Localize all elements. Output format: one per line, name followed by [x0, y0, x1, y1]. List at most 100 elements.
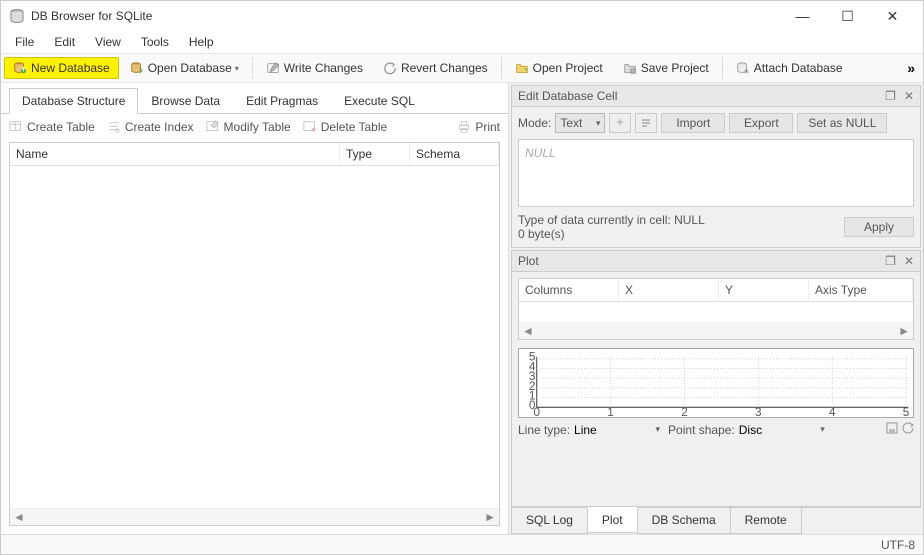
tab-execute-sql[interactable]: Execute SQL: [331, 88, 428, 114]
plot-columns-table: Columns X Y Axis Type ◄ ►: [518, 278, 914, 340]
open-database-label: Open Database: [148, 61, 232, 75]
revert-changes-icon: [383, 61, 397, 75]
col-name[interactable]: Name: [10, 143, 340, 165]
maximize-button[interactable]: ☐: [825, 2, 870, 30]
create-index-button[interactable]: Create Index: [107, 120, 194, 134]
sparkle-icon: [614, 117, 626, 129]
tab-plot[interactable]: Plot: [587, 507, 638, 533]
structure-table: Name Type Schema ◄ ►: [9, 142, 500, 526]
format-icon-button[interactable]: [609, 113, 631, 133]
bottom-dock-tabs: SQL Log Plot DB Schema Remote: [511, 507, 921, 534]
scroll-right-icon[interactable]: ►: [898, 324, 910, 338]
delete-table-label: Delete Table: [321, 120, 388, 134]
menubar: File Edit View Tools Help: [1, 31, 923, 53]
statusbar: UTF-8: [1, 534, 923, 554]
export-button[interactable]: Export: [729, 113, 793, 133]
modify-table-button[interactable]: Modify Table: [206, 120, 291, 134]
tab-remote[interactable]: Remote: [730, 508, 802, 534]
svg-text:5: 5: [903, 406, 910, 418]
save-project-icon: [623, 61, 637, 75]
col-schema[interactable]: Schema: [410, 143, 499, 165]
plot-col-columns[interactable]: Columns: [519, 279, 619, 302]
svg-text:4: 4: [829, 406, 836, 418]
tab-edit-pragmas[interactable]: Edit Pragmas: [233, 88, 331, 114]
plot-table-body[interactable]: [519, 302, 913, 322]
save-project-button[interactable]: Save Project: [614, 57, 718, 79]
toolbar-overflow-button[interactable]: »: [901, 60, 921, 76]
menu-edit[interactable]: Edit: [44, 33, 85, 51]
create-table-icon: [9, 120, 23, 134]
modify-table-label: Modify Table: [224, 120, 291, 134]
new-database-button[interactable]: + New Database: [4, 57, 119, 79]
apply-button[interactable]: Apply: [844, 217, 914, 237]
open-database-button[interactable]: Open Database ▾: [121, 57, 248, 79]
plot-canvas[interactable]: 543210 012345: [518, 348, 914, 418]
dock-float-icon[interactable]: ❐: [885, 89, 896, 103]
menu-help[interactable]: Help: [179, 33, 224, 51]
save-plot-button[interactable]: [886, 422, 898, 437]
point-shape-select[interactable]: Disc: [739, 423, 829, 437]
scroll-left-icon[interactable]: ◄: [13, 510, 25, 524]
scroll-left-icon[interactable]: ◄: [522, 324, 534, 338]
open-project-button[interactable]: Open Project: [506, 57, 612, 79]
close-button[interactable]: ✕: [870, 2, 915, 30]
write-changes-button[interactable]: Write Changes: [257, 57, 372, 79]
create-index-label: Create Index: [125, 120, 194, 134]
revert-changes-button[interactable]: Revert Changes: [374, 57, 497, 79]
menu-tools[interactable]: Tools: [131, 33, 179, 51]
plot-dock-title[interactable]: Plot ❐ ✕: [511, 250, 921, 272]
align-icon-button[interactable]: [635, 113, 657, 133]
revert-changes-label: Revert Changes: [401, 61, 488, 75]
dock-float-icon[interactable]: ❐: [885, 254, 896, 268]
dropdown-icon: ▾: [235, 64, 239, 73]
structure-table-body[interactable]: [10, 166, 499, 508]
menu-file[interactable]: File: [5, 33, 44, 51]
mode-select[interactable]: Text: [555, 113, 605, 133]
svg-text:+: +: [20, 63, 26, 75]
right-pane: Edit Database Cell ❐ ✕ Mode: Text Import…: [509, 83, 923, 534]
minimize-button[interactable]: —: [780, 2, 825, 30]
menu-view[interactable]: View: [85, 33, 131, 51]
horizontal-scrollbar[interactable]: ◄ ►: [10, 508, 499, 525]
delete-table-button[interactable]: Delete Table: [303, 120, 388, 134]
mode-label: Mode:: [518, 116, 551, 130]
scroll-right-icon[interactable]: ►: [484, 510, 496, 524]
tab-db-schema[interactable]: DB Schema: [637, 508, 731, 534]
write-changes-icon: [266, 61, 280, 75]
plot-col-y[interactable]: Y: [719, 279, 809, 302]
print-icon: [457, 120, 471, 134]
create-index-icon: [107, 120, 121, 134]
tab-sql-log[interactable]: SQL Log: [511, 508, 588, 534]
dock-close-icon[interactable]: ✕: [904, 89, 914, 103]
app-icon: [9, 8, 25, 24]
edit-cell-dock-title[interactable]: Edit Database Cell ❐ ✕: [511, 85, 921, 107]
attach-database-button[interactable]: Attach Database: [727, 57, 852, 79]
tab-database-structure[interactable]: Database Structure: [9, 88, 138, 114]
col-type[interactable]: Type: [340, 143, 410, 165]
print-button[interactable]: Print: [457, 120, 500, 134]
plot-horizontal-scrollbar[interactable]: ◄ ►: [519, 322, 913, 339]
attach-database-icon: [736, 61, 750, 75]
dock-close-icon[interactable]: ✕: [904, 254, 914, 268]
main-toolbar: + New Database Open Database ▾ Write Cha…: [1, 53, 923, 83]
main-tabs: Database Structure Browse Data Edit Prag…: [1, 87, 508, 114]
plot-title-label: Plot: [518, 254, 539, 268]
modify-table-icon: [206, 120, 220, 134]
left-pane: Database Structure Browse Data Edit Prag…: [1, 83, 509, 534]
refresh-plot-button[interactable]: [902, 422, 914, 437]
edit-cell-dock-body: Mode: Text Import Export Set as NULL NUL…: [511, 107, 921, 248]
plot-col-x[interactable]: X: [619, 279, 719, 302]
tab-browse-data[interactable]: Browse Data: [138, 88, 233, 114]
import-button[interactable]: Import: [661, 113, 725, 133]
cell-value-editor[interactable]: NULL: [518, 139, 914, 207]
svg-text:3: 3: [755, 406, 762, 418]
open-project-icon: [515, 61, 529, 75]
plot-col-axistype[interactable]: Axis Type: [809, 279, 913, 302]
edit-cell-title-label: Edit Database Cell: [518, 89, 617, 103]
new-database-icon: +: [13, 61, 27, 75]
plot-dock-body: Columns X Y Axis Type ◄ ► 543210: [511, 272, 921, 507]
new-database-label: New Database: [31, 61, 110, 75]
line-type-select[interactable]: Line: [574, 423, 664, 437]
set-null-button[interactable]: Set as NULL: [797, 113, 887, 133]
create-table-button[interactable]: Create Table: [9, 120, 95, 134]
